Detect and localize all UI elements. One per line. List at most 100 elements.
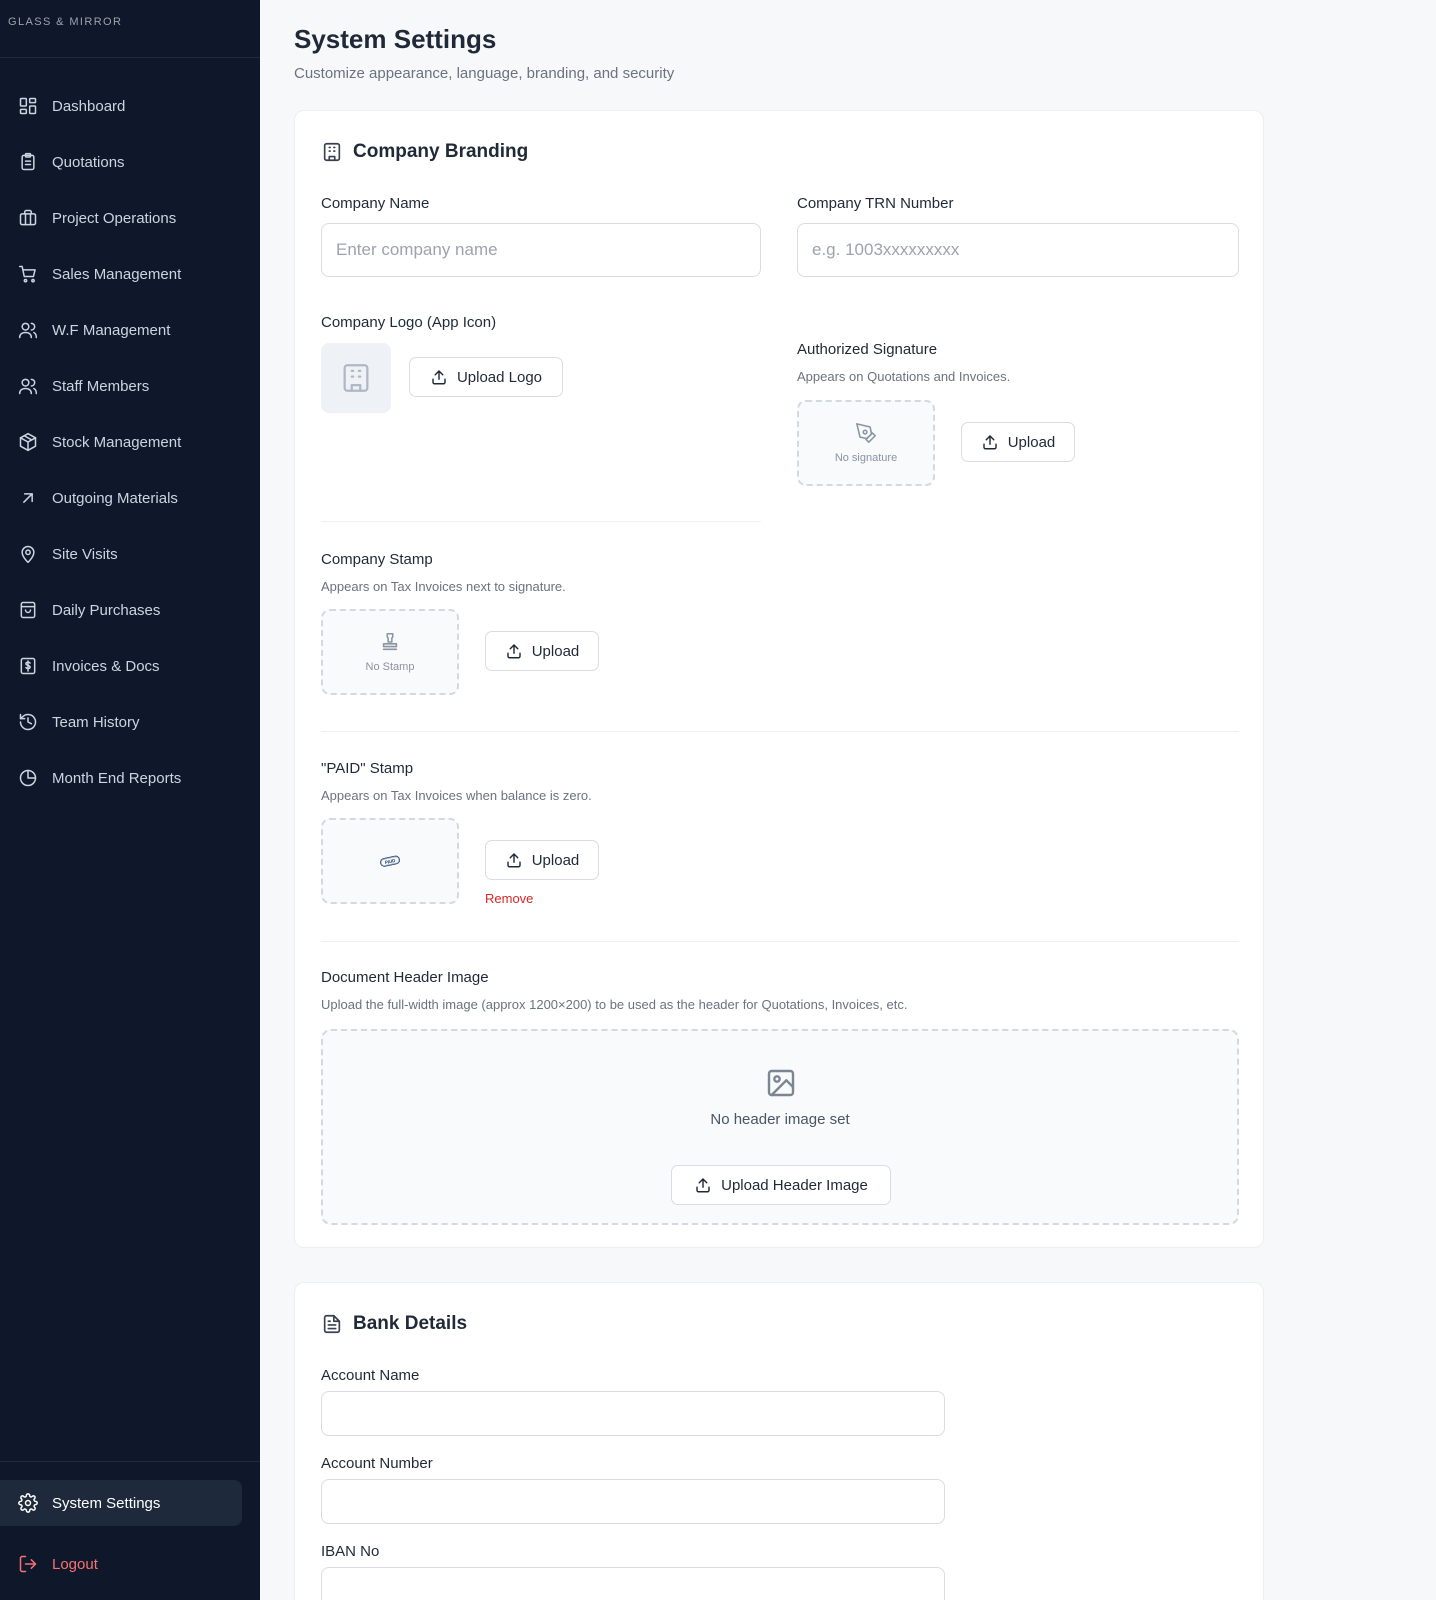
divider	[321, 521, 761, 522]
sidebar-item-project-operations[interactable]: Project Operations	[0, 190, 260, 246]
sidebar-item-outgoing-materials[interactable]: Outgoing Materials	[0, 470, 260, 526]
paid-stamp-label: "PAID" Stamp	[321, 760, 414, 777]
company-stamp-label: Company Stamp	[321, 551, 433, 568]
sidebar: GLASS & MIRROR Dashboard Quotations Proj…	[0, 0, 260, 1600]
company-logo-label: Company Logo (App Icon)	[321, 314, 497, 331]
signature-empty-text: No signature	[834, 452, 898, 464]
signature-label: Authorized Signature	[797, 341, 938, 358]
receipt-icon	[20, 657, 36, 675]
upload-icon	[696, 1178, 710, 1193]
main-content: System Settings Customize appearance, la…	[294, 0, 1294, 1600]
sidebar-item-quotations[interactable]: Quotations	[0, 134, 260, 190]
document-icon	[323, 1314, 341, 1334]
signature-help: Appears on Quotations and Invoices.	[797, 369, 1011, 384]
arrow-up-right-icon	[23, 493, 33, 503]
sidebar-item-month-end-reports[interactable]: Month End Reports	[0, 750, 260, 806]
upload-icon	[432, 370, 446, 385]
sidebar-item-staff-members[interactable]: Staff Members	[0, 358, 260, 414]
logout-label: Logout	[52, 1555, 98, 1573]
header-image-label: Document Header Image	[321, 969, 489, 986]
bank-details-card: Bank Details Account Name Account Number…	[294, 1282, 1264, 1600]
sidebar-item-label: Dashboard	[52, 97, 126, 115]
upload-header-image-button[interactable]: Upload Header Image	[671, 1165, 891, 1205]
upload-icon	[507, 644, 521, 659]
company-trn-input[interactable]	[797, 223, 1239, 277]
image-icon	[767, 1069, 795, 1097]
company-branding-header: Company Branding	[321, 141, 528, 163]
iban-label: IBAN No	[321, 1543, 380, 1560]
page-title: System Settings	[294, 24, 497, 54]
sidebar-item-sales-management[interactable]: Sales Management	[0, 246, 260, 302]
sidebar-item-team-history[interactable]: Team History	[0, 694, 260, 750]
logout-button[interactable]: Logout	[0, 1536, 260, 1592]
sidebar-item-label: Project Operations	[52, 209, 177, 227]
stamp-icon	[382, 632, 398, 651]
sidebar-item-daily-purchases[interactable]: Daily Purchases	[0, 582, 260, 638]
sidebar-item-wf-management[interactable]: W.F Management	[0, 302, 260, 358]
gear-icon	[18, 1493, 38, 1513]
company-branding-title: Company Branding	[353, 141, 529, 162]
sidebar-bottom: System Settings Logout	[0, 1461, 260, 1600]
remove-paid-stamp-link[interactable]: Remove	[485, 891, 533, 906]
map-pin-icon	[21, 545, 35, 564]
sidebar-item-label: Daily Purchases	[52, 601, 161, 619]
company-branding-card: Company Branding Company Name Company TR…	[294, 110, 1264, 1248]
page-subtitle: Customize appearance, language, branding…	[294, 65, 675, 82]
paid-stamp-image: PAID	[380, 855, 400, 867]
account-number-input[interactable]	[321, 1479, 945, 1524]
upload-stamp-button[interactable]: Upload	[485, 631, 599, 671]
sidebar-item-label: Outgoing Materials	[52, 489, 178, 507]
header-image-empty-text: No header image set	[710, 1111, 850, 1128]
building-icon	[343, 364, 369, 392]
paid-stamp-preview: PAID	[321, 818, 459, 904]
upload-logo-button[interactable]: Upload Logo	[409, 357, 563, 397]
shopping-bag-icon	[20, 601, 36, 619]
sidebar-item-stock-management[interactable]: Stock Management	[0, 414, 260, 470]
sidebar-item-label: Team History	[52, 713, 140, 731]
briefcase-icon	[19, 209, 37, 226]
header-image-help: Upload the full-width image (approx 1200…	[321, 997, 908, 1012]
clipboard-icon	[21, 152, 35, 171]
upload-signature-label: Upload	[1007, 433, 1056, 451]
iban-input[interactable]	[321, 1567, 945, 1600]
sidebar-item-label: System Settings	[52, 1494, 161, 1512]
sidebar-item-label: Staff Members	[52, 377, 150, 395]
header-image-dropzone[interactable]: No header image set Upload Header Image	[321, 1029, 1239, 1225]
sidebar-item-label: Invoices & Docs	[52, 657, 160, 675]
sidebar-item-site-visits[interactable]: Site Visits	[0, 526, 260, 582]
company-name-label: Company Name	[321, 195, 430, 212]
upload-icon	[507, 853, 521, 868]
account-name-input[interactable]	[321, 1391, 945, 1436]
company-stamp-preview: No Stamp	[321, 609, 459, 695]
users-icon	[18, 322, 38, 339]
upload-signature-button[interactable]: Upload	[961, 422, 1075, 462]
sidebar-item-label: Sales Management	[52, 265, 182, 283]
upload-paid-stamp-label: Upload	[531, 851, 580, 869]
sidebar-item-invoices-docs[interactable]: Invoices & Docs	[0, 638, 260, 694]
package-icon	[19, 432, 37, 452]
sidebar-item-dashboard[interactable]: Dashboard	[0, 78, 260, 134]
company-trn-label: Company TRN Number	[797, 195, 954, 212]
account-number-label: Account Number	[321, 1455, 433, 1472]
company-stamp-empty-text: No Stamp	[365, 661, 415, 673]
upload-header-image-label: Upload Header Image	[721, 1176, 868, 1194]
brand-name: GLASS & MIRROR	[0, 0, 260, 58]
sidebar-item-label: Quotations	[52, 153, 125, 171]
sidebar-nav: Dashboard Quotations Project Operations …	[0, 58, 260, 806]
cart-icon	[18, 265, 36, 283]
logo-preview	[321, 343, 391, 413]
upload-stamp-label: Upload	[531, 642, 580, 660]
upload-paid-stamp-button[interactable]: Upload	[485, 840, 599, 880]
pie-chart-icon	[19, 769, 37, 787]
logout-icon	[19, 1555, 37, 1573]
bank-details-title: Bank Details	[353, 1313, 468, 1334]
sidebar-item-system-settings[interactable]: System Settings	[0, 1480, 242, 1526]
building-icon	[323, 142, 341, 162]
company-stamp-help: Appears on Tax Invoices next to signatur…	[321, 579, 566, 594]
divider	[321, 731, 1239, 732]
users-icon	[18, 378, 38, 395]
upload-logo-label: Upload Logo	[456, 368, 543, 386]
company-name-input[interactable]	[321, 223, 761, 277]
sidebar-item-label: W.F Management	[52, 321, 171, 339]
upload-icon	[983, 435, 997, 450]
